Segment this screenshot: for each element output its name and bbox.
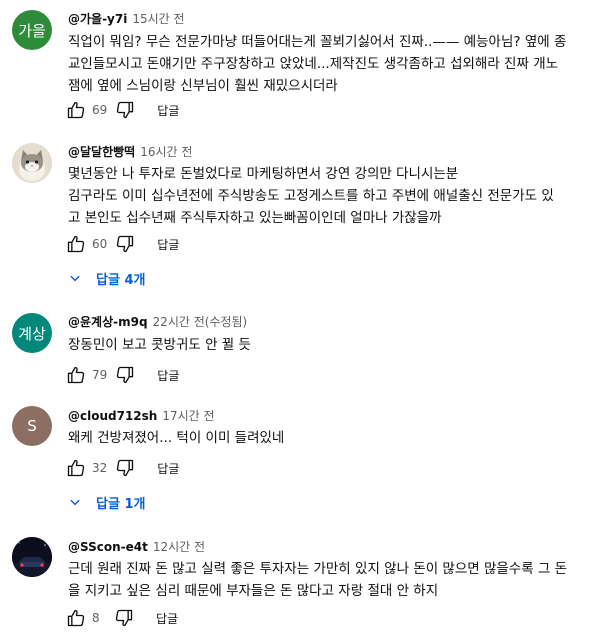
cat-avatar-image — [12, 143, 52, 183]
like-count: 32 — [92, 461, 108, 475]
comment-header: @cloud712sh 17시간 전 — [68, 407, 215, 424]
thumb-down-icon — [117, 235, 134, 253]
comment-line: 직업이 뭐임? 무슨 전문가마냥 떠들어대는게 꼴뵈기싫어서 진짜..—— 예능… — [68, 34, 567, 50]
comment-line: 잼에 옆에 스님이랑 신부님이 훨씬 재밌으시더라 — [68, 78, 338, 94]
comment-line: 장동민이 보고 콧방귀도 안 뀔 듯 — [68, 337, 251, 353]
avatar-initials: 계상 — [18, 324, 46, 343]
avatar[interactable]: S — [12, 406, 52, 446]
thumb-up-icon — [67, 459, 85, 477]
comment-header: @SScon-e4t 12시간 전 — [68, 538, 205, 555]
comment-text: 왜케 건방져졌어... 턱이 이미 들려있네 — [68, 427, 603, 449]
view-replies-button[interactable]: 답글 1개 — [68, 492, 145, 512]
thumb-down-icon — [117, 459, 134, 477]
avatar-initials: 가을 — [18, 21, 46, 40]
dislike-button[interactable] — [113, 98, 137, 122]
chevron-down-icon — [70, 499, 80, 506]
comment-line: 교인들모시고 돈얘기만 주구장창하고 앉았네...제작진도 생각좀하고 섭외해라… — [68, 56, 559, 72]
comment-line: 왜케 건방져졌어... 턱이 이미 들려있네 — [68, 430, 285, 446]
replies-count-label: 답글 4개 — [96, 272, 146, 288]
avatar[interactable]: 계상 — [12, 313, 52, 353]
comment-line: 몇년동안 나 투자로 돈벌었다로 마케팅하면서 강연 강의만 다니시는분 — [68, 166, 459, 182]
dislike-button[interactable] — [113, 363, 137, 387]
dislike-button[interactable] — [113, 232, 137, 256]
author-handle[interactable]: @달달한빵떡 — [68, 145, 135, 159]
author-handle[interactable]: @SScon-e4t — [68, 540, 148, 554]
reply-button[interactable]: 답글 — [156, 610, 178, 627]
night-car-avatar-image — [12, 537, 52, 577]
comment-text: 근데 원래 진짜 돈 많고 실력 좋은 투자자는 가만히 있지 않나 돈이 많으… — [68, 558, 603, 602]
comment-time[interactable]: 16시간 전 — [140, 145, 192, 159]
comment-actions: 60 답글 — [64, 232, 179, 256]
like-count: 69 — [92, 103, 108, 117]
comment-line: 근데 원래 진짜 돈 많고 실력 좋은 투자자는 가만히 있지 않나 돈이 많으… — [68, 561, 568, 577]
dislike-button[interactable] — [113, 456, 137, 480]
like-count: 79 — [92, 368, 108, 382]
avatar[interactable] — [12, 143, 52, 183]
comment-header: @가을-y7i 15시간 전 — [68, 10, 185, 27]
view-replies-button[interactable]: 답글 4개 — [68, 268, 145, 288]
comment-time[interactable]: 12시간 전 — [153, 540, 205, 554]
like-button[interactable] — [64, 232, 88, 256]
author-handle[interactable]: @가을-y7i — [68, 12, 127, 26]
comment-time[interactable]: 17시간 전 — [162, 409, 214, 423]
reply-button[interactable]: 답글 — [157, 460, 179, 477]
thumb-down-icon — [115, 609, 133, 627]
reply-button[interactable]: 답글 — [157, 236, 179, 253]
comment-text: 몇년동안 나 투자로 돈벌었다로 마케팅하면서 강연 강의만 다니시는분 김구라… — [68, 163, 603, 229]
like-button[interactable] — [64, 363, 88, 387]
comment-time[interactable]: 15시간 전 — [132, 12, 184, 26]
thumb-up-icon — [67, 609, 85, 627]
comment-actions: 69 답글 — [64, 98, 179, 122]
reply-button[interactable]: 답글 — [157, 102, 179, 119]
thumb-up-icon — [67, 366, 85, 384]
avatar-initials: S — [27, 417, 37, 435]
avatar[interactable]: 가을 — [12, 10, 52, 50]
chevron-down-icon — [70, 275, 80, 282]
comment-text: 직업이 뭐임? 무슨 전문가마냥 떠들어대는게 꼴뵈기싫어서 진짜..—— 예능… — [68, 31, 603, 97]
avatar[interactable] — [12, 537, 52, 577]
thumb-down-icon — [117, 101, 134, 119]
like-count: 60 — [92, 237, 108, 251]
comment-text: 장동민이 보고 콧방귀도 안 뀔 듯 — [68, 334, 603, 356]
replies-count-label: 답글 1개 — [96, 496, 146, 512]
thumb-down-icon — [117, 366, 134, 384]
comment-header: @윤계상-m9q 22시간 전(수정됨) — [68, 313, 247, 330]
comment-line: 김구라도 이미 십수년전에 주식방송도 고정게스트를 하고 주변에 애널출신 전… — [68, 188, 554, 204]
comment-line: 고 본인도 십수년째 주식투자하고 있는빠꼼이인데 얼마나 가잖을까 — [68, 210, 442, 226]
like-button[interactable] — [64, 606, 88, 630]
thumb-up-icon — [67, 235, 85, 253]
author-handle[interactable]: @윤계상-m9q — [68, 315, 148, 329]
like-button[interactable] — [64, 456, 88, 480]
comment-time[interactable]: 22시간 전(수정됨) — [153, 315, 248, 329]
like-button[interactable] — [64, 98, 88, 122]
comment-actions: 32 답글 — [64, 456, 179, 480]
dislike-button[interactable] — [112, 606, 136, 630]
comment-actions: 79 답글 — [64, 363, 179, 387]
author-handle[interactable]: @cloud712sh — [68, 409, 157, 423]
thumb-up-icon — [67, 101, 85, 119]
reply-button[interactable]: 답글 — [157, 367, 179, 384]
comment-header: @달달한빵떡 16시간 전 — [68, 143, 192, 160]
comment-line: 을 지키고 싶은 심리 때문에 부자들은 돈 많다고 자랑 절대 안 하지 — [68, 583, 439, 599]
comment-actions: 8 답글 — [64, 606, 178, 630]
like-count: 8 — [92, 611, 100, 625]
